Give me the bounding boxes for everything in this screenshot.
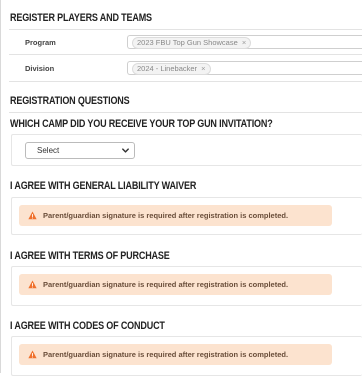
liability-signature-alert: Parent/guardian signature is required af…: [19, 205, 332, 226]
program-chip-label: 2023 FBU Top Gun Showcase: [137, 38, 238, 47]
close-icon[interactable]: ×: [242, 38, 246, 47]
divider: [9, 112, 362, 113]
division-field[interactable]: 2024 - Linebacker ×: [127, 61, 362, 75]
chevron-down-icon: [122, 148, 129, 153]
warning-triangle-icon: [28, 280, 37, 289]
camp-question-label: WHICH CAMP DID YOU RECEIVE YOUR TOP GUN …: [10, 118, 273, 130]
liability-waiver-title: I AGREE WITH GENERAL LIABILITY WAIVER: [10, 180, 197, 192]
registration-form: REGISTER PLAYERS AND TEAMS Program 2023 …: [0, 0, 362, 376]
register-heading: REGISTER PLAYERS AND TEAMS: [10, 12, 152, 24]
program-chip: 2023 FBU Top Gun Showcase ×: [132, 37, 252, 49]
division-chip: 2024 - Linebacker ×: [132, 63, 211, 75]
camp-select[interactable]: Select: [25, 142, 135, 159]
warning-triangle-icon: [28, 350, 37, 359]
divider: [9, 54, 362, 55]
warning-triangle-icon: [28, 211, 37, 220]
terms-of-purchase-title: I AGREE WITH TERMS OF PURCHASE: [10, 250, 170, 262]
divider: [9, 81, 362, 82]
alert-message: Parent/guardian signature is required af…: [43, 350, 289, 359]
close-icon[interactable]: ×: [201, 64, 205, 73]
division-label: Division: [25, 64, 55, 73]
camp-select-value: Select: [37, 146, 60, 155]
questions-heading: REGISTRATION QUESTIONS: [10, 95, 130, 107]
program-field[interactable]: 2023 FBU Top Gun Showcase ×: [127, 35, 362, 49]
program-label: Program: [25, 38, 56, 47]
terms-signature-alert: Parent/guardian signature is required af…: [19, 274, 332, 295]
divider: [9, 29, 362, 30]
codes-of-conduct-title: I AGREE WITH CODES OF CONDUCT: [10, 320, 165, 332]
division-chip-label: 2024 - Linebacker: [137, 64, 198, 73]
alert-message: Parent/guardian signature is required af…: [43, 280, 289, 289]
conduct-signature-alert: Parent/guardian signature is required af…: [19, 344, 332, 365]
alert-message: Parent/guardian signature is required af…: [43, 211, 289, 220]
